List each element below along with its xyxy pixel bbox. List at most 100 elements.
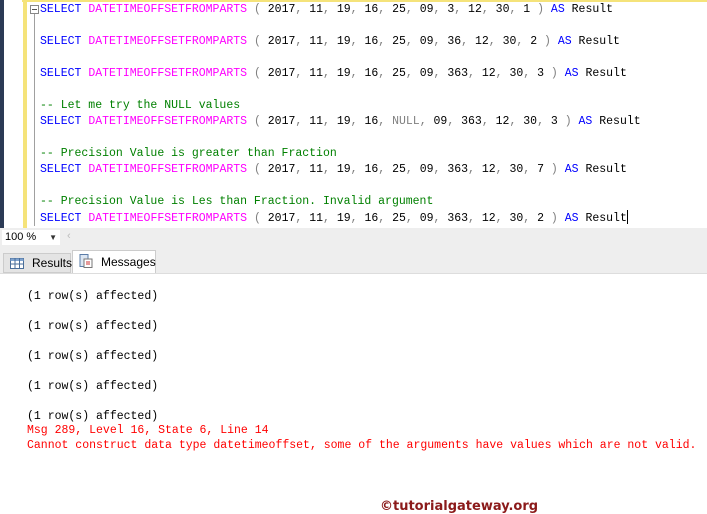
sql-keyword: SELECT	[40, 67, 82, 80]
close-paren: )	[550, 67, 558, 80]
messages-pane: (1 row(s) affected) (1 row(s) affected) …	[0, 274, 707, 453]
watermark: ©tutorialgateway.org	[380, 499, 539, 514]
function-argument: 19	[336, 35, 351, 48]
code-punctuation: ,	[295, 3, 310, 16]
column-alias: Result	[599, 115, 641, 128]
code-punctuation	[558, 212, 565, 225]
code-punctuation: ,	[447, 115, 462, 128]
function-argument: 363	[447, 163, 469, 176]
code-punctuation: ,	[378, 67, 393, 80]
error-header: Msg 289, Level 16, State 6, Line 14	[27, 424, 269, 437]
code-punctuation: ,	[295, 35, 310, 48]
function-argument: 11	[309, 115, 324, 128]
open-paren: (	[253, 3, 261, 16]
code-punctuation: ,	[350, 115, 365, 128]
collapse-icon[interactable]	[30, 5, 39, 14]
code-punctuation: ,	[495, 212, 510, 225]
code-punctuation: ,	[516, 35, 531, 48]
code-punctuation: ,	[378, 163, 393, 176]
function-argument: 16	[364, 115, 379, 128]
code-punctuation	[544, 67, 551, 80]
code-punctuation: ,	[488, 35, 503, 48]
function-argument: 363	[447, 67, 469, 80]
code-punctuation: ,	[323, 35, 337, 48]
sql-keyword: SELECT	[40, 212, 82, 225]
code-query-line: SELECT DATETIMEOFFSETFROMPARTS ( 2017, 1…	[40, 114, 641, 130]
function-argument: 25	[392, 67, 406, 80]
function-argument: 12	[468, 3, 482, 16]
change-tracking-margin	[23, 0, 27, 228]
function-argument: 09	[433, 115, 448, 128]
sql-keyword: AS	[564, 67, 579, 80]
function-argument: 19	[336, 3, 351, 16]
message-line: (1 row(s) affected)	[27, 320, 159, 333]
close-paren: )	[550, 212, 558, 225]
sql-function: DATETIMEOFFSETFROMPARTS	[88, 67, 248, 80]
code-punctuation	[247, 67, 254, 80]
message-line: (1 row(s) affected)	[27, 350, 159, 363]
editor-gutter	[4, 0, 22, 228]
close-paren: )	[550, 163, 558, 176]
function-argument: 11	[309, 3, 324, 16]
function-argument: 19	[336, 115, 351, 128]
grid-icon	[10, 258, 24, 269]
sql-keyword: SELECT	[40, 35, 82, 48]
open-paren: (	[253, 35, 261, 48]
code-punctuation	[261, 35, 268, 48]
scroll-left-icon[interactable]: ‹	[67, 230, 71, 242]
code-comment-line: -- Precision Value is Les than Fraction.…	[40, 194, 433, 210]
code-query-line: SELECT DATETIMEOFFSETFROMPARTS ( 2017, 1…	[40, 210, 628, 227]
tab-messages[interactable]: Messages	[72, 250, 156, 273]
sql-comment: -- Precision Value is greater than Fract…	[40, 147, 337, 160]
editor-status-bar: 100 % ▼ ‹	[0, 228, 707, 248]
function-argument: 25	[392, 212, 406, 225]
code-punctuation: ,	[378, 212, 393, 225]
sql-keyword: AS	[550, 3, 565, 16]
code-query-line: SELECT DATETIMEOFFSETFROMPARTS ( 2017, 1…	[40, 2, 613, 18]
code-punctuation: ,	[433, 212, 448, 225]
code-punctuation: ,	[405, 35, 420, 48]
column-alias: Result	[585, 212, 627, 225]
text-caret	[626, 210, 628, 224]
function-argument: 12	[474, 35, 489, 48]
function-argument: 11	[309, 67, 324, 80]
zoom-dropdown[interactable]: 100 % ▼	[2, 230, 60, 245]
function-argument: 2017	[267, 3, 296, 16]
sql-comment: -- Let me try the NULL values	[40, 99, 241, 112]
column-alias: Result	[585, 163, 627, 176]
code-punctuation: ,	[481, 115, 496, 128]
code-query-line: SELECT DATETIMEOFFSETFROMPARTS ( 2017, 1…	[40, 162, 627, 178]
function-argument: 2017	[267, 35, 296, 48]
function-argument: 2	[537, 212, 545, 225]
open-paren: (	[253, 67, 261, 80]
outline-line	[34, 14, 35, 226]
sql-keyword: AS	[564, 212, 579, 225]
sql-function: DATETIMEOFFSETFROMPARTS	[88, 163, 248, 176]
function-argument: 09	[419, 212, 434, 225]
function-argument: 16	[364, 35, 379, 48]
function-argument: 7	[537, 163, 545, 176]
query-editor[interactable]: SELECT DATETIMEOFFSETFROMPARTS ( 2017, 1…	[4, 0, 707, 228]
function-argument: 2017	[267, 163, 296, 176]
function-argument: 2017	[267, 67, 296, 80]
code-punctuation: ,	[323, 163, 337, 176]
sql-function: DATETIMEOFFSETFROMPARTS	[88, 212, 248, 225]
tab-messages-label: Messages	[101, 255, 156, 269]
sql-keyword: SELECT	[40, 3, 82, 16]
code-punctuation	[247, 3, 254, 16]
function-argument: 09	[419, 67, 434, 80]
code-punctuation	[544, 163, 551, 176]
function-argument: 09	[419, 163, 434, 176]
code-punctuation: ,	[295, 212, 310, 225]
function-argument: 3	[537, 67, 545, 80]
code-punctuation	[558, 67, 565, 80]
function-argument: 16	[364, 163, 379, 176]
code-punctuation: ,	[350, 35, 365, 48]
code-punctuation	[261, 115, 268, 128]
function-argument: 30	[509, 67, 524, 80]
function-argument: 363	[461, 115, 482, 128]
code-punctuation: ,	[323, 115, 337, 128]
code-punctuation: ,	[405, 67, 420, 80]
tab-results[interactable]: Results	[3, 253, 72, 273]
function-argument: 09	[419, 35, 434, 48]
